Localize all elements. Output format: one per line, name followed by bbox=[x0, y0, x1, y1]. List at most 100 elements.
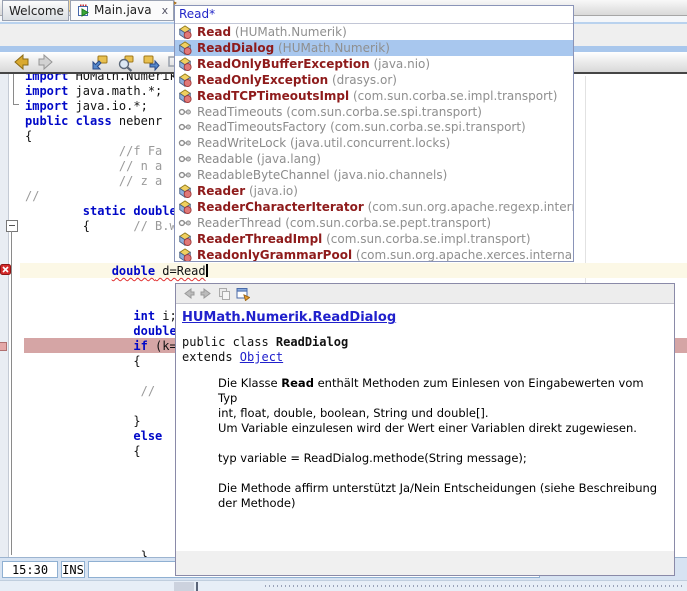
completion-item[interactable]: Reader (java.io) bbox=[175, 183, 573, 199]
completion-item[interactable]: Readable (java.lang) bbox=[175, 151, 573, 167]
code-line: double d=Read bbox=[25, 264, 208, 279]
previous-occurrence-icon[interactable] bbox=[90, 53, 109, 72]
bottom-panel-edge bbox=[0, 580, 687, 591]
tab-welcome[interactable]: Welcomex bbox=[2, 0, 69, 21]
code-line: } bbox=[25, 414, 141, 429]
completion-item-name: ReaderThread bbox=[197, 216, 281, 230]
back-icon[interactable] bbox=[11, 53, 30, 72]
completion-item[interactable]: ReaderThread (com.sun.corba.se.pept.tran… bbox=[175, 215, 573, 231]
code-line: //f Fa bbox=[25, 144, 162, 159]
javadoc-content: HUMath.Numerik.ReadDialog public class R… bbox=[176, 304, 674, 551]
find-icon[interactable] bbox=[116, 53, 135, 72]
completion-item[interactable]: ReadDialog (HUMath.Numerik) bbox=[175, 40, 573, 56]
completion-item-name: ReadWriteLock bbox=[197, 136, 286, 150]
completion-item[interactable]: ReadWriteLock (java.util.concurrent.lock… bbox=[175, 135, 573, 151]
object-link[interactable]: Object bbox=[240, 350, 283, 364]
javadoc-text-line: typ variable = ReadDialog.methode(String… bbox=[218, 451, 664, 466]
code-line: // z a bbox=[25, 174, 162, 189]
javadoc-signature: public class ReadDialog bbox=[182, 335, 664, 350]
completion-item-name: ReaderThreadImpl bbox=[197, 232, 322, 246]
javadoc-text-line: der Methode) bbox=[218, 496, 664, 511]
fold-guide-line bbox=[11, 231, 12, 555]
breakpoint-annotation-icon[interactable] bbox=[0, 340, 7, 354]
completion-item-package: (HUMath.Numerik) bbox=[274, 41, 390, 55]
completion-item[interactable]: ReadableByteChannel (java.nio.channels) bbox=[175, 167, 573, 183]
code-line: // bbox=[25, 189, 39, 204]
completion-item[interactable]: ReadOnlyException (drasys.or) bbox=[175, 72, 573, 88]
completion-list[interactable]: Read (HUMath.Numerik)ReadDialog (HUMath.… bbox=[175, 24, 573, 261]
completion-item[interactable]: ReadTCPTimeoutsImpl (com.sun.corba.se.im… bbox=[175, 88, 573, 104]
interface-icon bbox=[178, 216, 192, 230]
completion-item[interactable]: ReaderCharacterIterator (com.sun.org.apa… bbox=[175, 199, 573, 215]
tab-main-java[interactable]: Main.java x bbox=[70, 0, 174, 21]
class-icon bbox=[178, 232, 192, 246]
code-line: else bbox=[25, 429, 162, 444]
completion-item[interactable]: ReadonlyGrammarPool (com.sun.org.apache.… bbox=[175, 247, 573, 261]
open-in-browser-icon[interactable] bbox=[236, 287, 250, 301]
completion-item-package: (java.nio.channels) bbox=[330, 168, 448, 182]
completion-filter: Read* bbox=[175, 6, 573, 24]
javadoc-text-line: Die Methode affirm unterstützt Ja/Nein E… bbox=[218, 481, 664, 496]
javadoc-extends: extends Object bbox=[182, 350, 664, 365]
completion-item-package: (java.lang) bbox=[253, 152, 321, 166]
back-icon[interactable] bbox=[182, 287, 195, 300]
javadoc-text-line bbox=[218, 466, 664, 481]
code-line: if (k= bbox=[25, 339, 177, 354]
javadoc-text-line: Um Variable einzulesen wird der Wert ein… bbox=[218, 421, 664, 436]
javadoc-footer bbox=[176, 551, 674, 575]
caret-position-cell: 15:30 bbox=[2, 561, 58, 578]
class-icon bbox=[178, 57, 192, 71]
class-icon bbox=[178, 73, 192, 87]
completion-item[interactable]: ReadTimeoutsFactory (com.sun.corba.se.sp… bbox=[175, 120, 573, 136]
class-icon bbox=[178, 184, 192, 198]
completion-item-package: (java.util.concurrent.locks) bbox=[286, 136, 450, 150]
class-icon bbox=[178, 89, 192, 103]
javadoc-text-line: Die Klasse Read enthält Methoden zum Ein… bbox=[218, 376, 664, 406]
forward-icon[interactable] bbox=[37, 53, 56, 72]
interface-icon bbox=[178, 152, 192, 166]
javadoc-text-line: int, float, double, boolean, String und … bbox=[218, 406, 664, 421]
completion-item-name: Reader bbox=[197, 184, 245, 198]
completion-item[interactable]: Read (HUMath.Numerik) bbox=[175, 24, 573, 40]
completion-item-name: ReadTimeouts bbox=[197, 105, 282, 119]
editor-glyph-margin bbox=[0, 52, 9, 557]
code-line: static double bbox=[25, 204, 177, 219]
code-line: public class nebenr bbox=[25, 114, 162, 129]
code-line: int i; bbox=[25, 309, 177, 324]
completion-item-name: ReadTimeoutsFactory bbox=[197, 120, 326, 134]
javadoc-text-line bbox=[218, 436, 664, 451]
bottom-panel-drag-dots[interactable] bbox=[265, 585, 683, 587]
fold-collapse-icon[interactable] bbox=[6, 220, 18, 232]
forward-icon[interactable] bbox=[200, 287, 213, 300]
code-line: { bbox=[25, 129, 32, 144]
class-icon bbox=[178, 248, 192, 261]
interface-icon bbox=[178, 168, 192, 182]
tab-close-icon[interactable]: x bbox=[162, 0, 169, 21]
completion-item[interactable]: ReadTimeouts (com.sun.corba.se.spi.trans… bbox=[175, 104, 573, 120]
completion-item-name: ReadOnlyBufferException bbox=[197, 57, 370, 71]
class-icon bbox=[178, 25, 192, 39]
tab-welcome-label: Welcome bbox=[9, 4, 64, 18]
error-badge-icon[interactable] bbox=[0, 264, 11, 278]
completion-item[interactable]: ReaderThreadImpl (com.sun.corba.se.impl.… bbox=[175, 231, 573, 247]
code-line: { bbox=[25, 354, 141, 369]
interface-icon bbox=[178, 120, 192, 134]
javadoc-class-link[interactable]: HUMath.Numerik.ReadDialog bbox=[182, 310, 664, 325]
bottom-panel-divider bbox=[196, 582, 198, 591]
tab-main-label: Main.java bbox=[94, 0, 152, 21]
completion-item[interactable]: ReadOnlyBufferException (java.nio) bbox=[175, 56, 573, 72]
completion-item-name: ReadableByteChannel bbox=[197, 168, 330, 182]
javadoc-toolbar bbox=[176, 284, 674, 304]
completion-item-package: (com.sun.corba.se.spi.transport) bbox=[282, 105, 481, 119]
completion-item-package: (com.sun.org.apache.xerces.internal.jaxp… bbox=[352, 248, 573, 261]
next-occurrence-icon[interactable] bbox=[142, 53, 161, 72]
copy-icon[interactable] bbox=[218, 287, 231, 300]
completion-item-name: ReadTCPTimeoutsImpl bbox=[197, 89, 349, 103]
code-line: import java.math.*; bbox=[25, 84, 162, 99]
completion-item-package: (com.sun.corba.se.impl.transport) bbox=[322, 232, 530, 246]
completion-item-package: (java.io) bbox=[245, 184, 298, 198]
interface-icon bbox=[178, 105, 192, 119]
import-fold-bracket[interactable] bbox=[13, 74, 19, 105]
completion-item-package: (com.sun.corba.se.pept.transport) bbox=[281, 216, 491, 230]
completion-item-name: Readable bbox=[197, 152, 253, 166]
